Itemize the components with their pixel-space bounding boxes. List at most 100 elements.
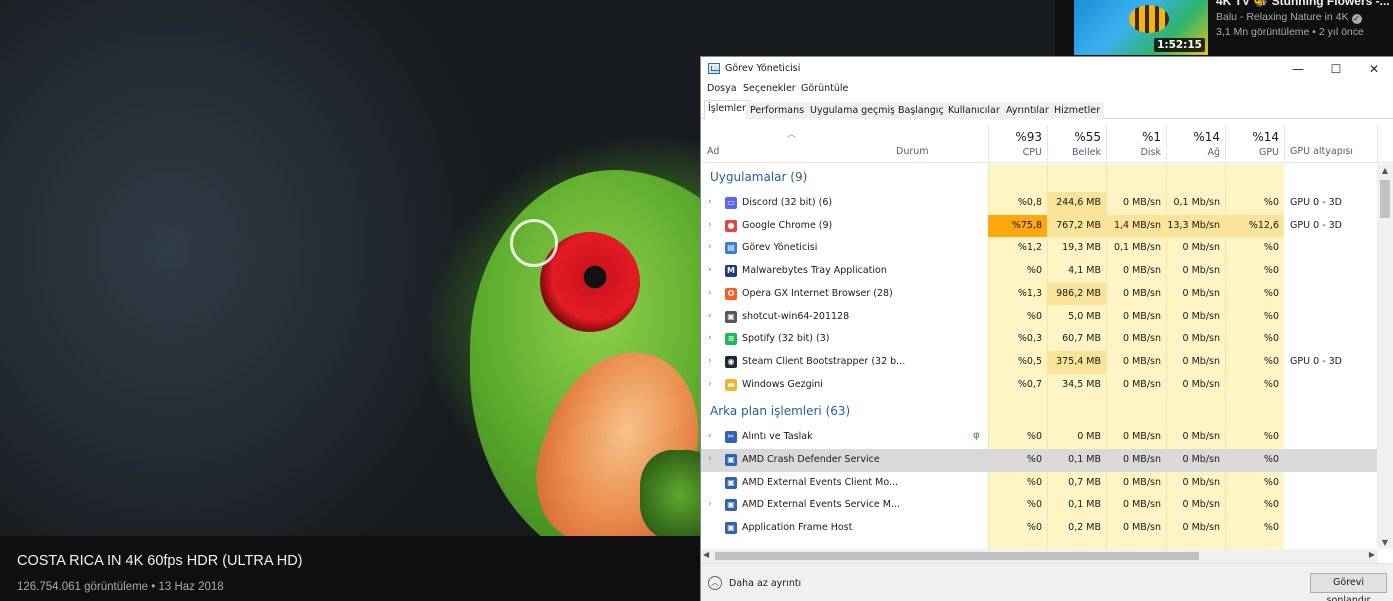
tab-details[interactable]: Ayrıntılar <box>1002 102 1053 119</box>
column-header-disk[interactable]: %1 Disk <box>1106 125 1166 163</box>
service-icon: ▣ <box>725 522 737 535</box>
cell-cpu: %1,2 <box>1017 242 1042 254</box>
tab-performance[interactable]: Performans <box>746 102 809 119</box>
column-header-gpu[interactable]: %14 GPU <box>1225 125 1284 163</box>
chevron-right-icon[interactable]: › <box>708 333 712 343</box>
cell-mem: 0,1 MB <box>1068 454 1101 465</box>
column-header-cpu[interactable]: %93 CPU <box>988 125 1047 163</box>
menu-file[interactable]: Dosya <box>707 83 737 94</box>
recommendation-channel[interactable]: Balu - Relaxing Nature in 4K ✓ <box>1216 11 1362 24</box>
chevron-right-icon[interactable]: › <box>708 220 712 230</box>
process-row[interactable]: › ▤ Görev Yöneticisi %1,2 19,3 MB 0,1 MB/sn 0 … <box>701 237 1378 260</box>
maximize-button[interactable]: ☐ <box>1317 57 1355 81</box>
cell-disk: 0 MB/sn <box>1123 287 1161 299</box>
cell-gpu: %0 <box>1263 522 1279 534</box>
process-row[interactable]: › ▣ AMD Crash Defender Service %0 0,1 MB 0 MB… <box>701 449 1378 472</box>
scroll-down-icon[interactable]: ▼ <box>1377 538 1393 547</box>
video-title: COSTA RICA IN 4K 60fps HDR (ULTRA HD) <box>17 553 303 569</box>
end-task-button[interactable]: Görevi sonlandır <box>1310 573 1387 601</box>
chevron-right-icon[interactable]: › <box>708 265 712 275</box>
chevron-right-icon[interactable]: › <box>708 499 712 509</box>
menu-options[interactable]: Seçenekler <box>743 83 796 94</box>
scroll-up-icon[interactable]: ▲ <box>1377 166 1393 175</box>
cell-cpu: %0 <box>1026 499 1042 511</box>
title-bar[interactable]: Görev Yöneticisi — ☐ ✕ <box>701 57 1393 81</box>
chevron-up-circle-icon[interactable]: ︿ <box>708 576 722 590</box>
cell-net: 0 Mb/sn <box>1182 242 1220 254</box>
process-row[interactable]: › ▣ shotcut-win64-201128 %0 5,0 MB 0 MB/sn 0 M… <box>701 306 1378 329</box>
recommendation-title[interactable]: 4K TV 🐝 Stunning Flowers -... <box>1216 0 1390 8</box>
network-total: %14 <box>1193 130 1220 144</box>
column-header-memory[interactable]: %55 Bellek <box>1047 125 1106 163</box>
gpu-label: GPU <box>1258 147 1279 158</box>
process-row[interactable]: ▣ AMD External Events Client Mo... %0 0,7 M… <box>701 472 1378 495</box>
cell-gpu: %0 <box>1263 265 1279 277</box>
process-row[interactable]: ▣ Application Frame Host %0 0,2 MB 0 MB/sn 0 … <box>701 517 1378 540</box>
tab-processes[interactable]: İşlemler <box>704 100 750 120</box>
process-row[interactable]: › ▬ Windows Gezgini %0,7 34,5 MB 0 MB/sn 0 Mb/… <box>701 374 1378 397</box>
cell-disk: 0 MB/sn <box>1123 431 1161 443</box>
malwarebytes-icon: M <box>725 265 737 278</box>
cell-cpu: %0,8 <box>1017 197 1042 208</box>
horizontal-scrollbar[interactable]: ◀ ▶ <box>701 549 1378 563</box>
recommendation-thumbnail[interactable]: 1:52:15 <box>1074 0 1208 55</box>
chevron-right-icon[interactable]: › <box>708 454 712 464</box>
cell-net: 0 Mb/sn <box>1182 265 1220 277</box>
process-row[interactable]: › O Opera GX Internet Browser (28) %1,3 986,… <box>701 282 1378 306</box>
cell-mem: 60,7 MB <box>1062 333 1101 345</box>
horizontal-scroll-thumb[interactable] <box>715 552 1199 560</box>
recommendation-channel-name[interactable]: Balu - Relaxing Nature in 4K <box>1216 11 1349 23</box>
vertical-scroll-thumb[interactable] <box>1380 180 1390 218</box>
process-row[interactable]: › ● Google Chrome (9) %75,8 767,2 MB 1,4 MB/s… <box>701 214 1378 238</box>
chevron-right-icon[interactable]: › <box>708 379 712 389</box>
menu-view[interactable]: Görüntüle <box>801 83 848 94</box>
group-title: Uygulamalar (9) <box>710 170 808 184</box>
vertical-scrollbar[interactable]: ▲ ▼ <box>1377 164 1393 549</box>
process-name: Discord (32 bit) (6) <box>742 197 833 208</box>
group-apps[interactable]: Uygulamalar (9) <box>701 166 1378 192</box>
process-row[interactable]: › ▣ AMD External Events Service M... %0 0,1 … <box>701 494 1378 517</box>
chevron-right-icon[interactable]: › <box>708 356 712 366</box>
tab-app-history[interactable]: Uygulama geçmişi <box>806 102 902 119</box>
cell-mem: 0,1 MB <box>1068 499 1101 511</box>
cell-net: 0,1 Mb/sn <box>1173 197 1220 208</box>
fewer-details-link[interactable]: Daha az ayrıntı <box>729 578 801 589</box>
process-name: Spotify (32 bit) (3) <box>742 333 830 345</box>
memory-label: Bellek <box>1072 147 1101 158</box>
process-row[interactable]: › ▭ Discord (32 bit) (6) %0,8 244,6 MB 0 MB/s… <box>701 192 1378 215</box>
process-name: Google Chrome (9) <box>742 219 833 231</box>
chevron-right-icon[interactable]: › <box>708 431 712 441</box>
cell-cpu: %1,3 <box>1017 287 1042 299</box>
process-row[interactable]: › ◉ Steam Client Bootstrapper (32 b... %0,5… <box>701 350 1378 374</box>
screen: COSTA RICA IN 4K 60fps HDR (ULTRA HD) 12… <box>0 0 1393 601</box>
scroll-left-icon[interactable]: ◀ <box>703 550 709 559</box>
cell-gpu: %0 <box>1263 287 1279 299</box>
column-header-status[interactable]: Durum <box>896 146 929 157</box>
process-name: Application Frame Host <box>742 522 853 534</box>
group-background[interactable]: Arka plan işlemleri (63) <box>701 400 1378 426</box>
scroll-right-icon[interactable]: ▶ <box>1369 550 1375 559</box>
column-header-network[interactable]: %14 Ağ <box>1166 125 1225 163</box>
chevron-right-icon[interactable]: › <box>708 288 712 298</box>
tab-services[interactable]: Hizmetler <box>1050 102 1104 119</box>
column-header-gpu-engine[interactable] <box>1284 125 1378 163</box>
cell-mem: 244,6 MB <box>1056 197 1101 208</box>
process-row[interactable]: › ≋ Spotify (32 bit) (3) %0,3 60,7 MB 0 MB/sn… <box>701 328 1378 351</box>
task-manager-window: Görev Yöneticisi — ☐ ✕ Dosya Seçenekler … <box>700 56 1393 601</box>
process-row[interactable]: › M Malwarebytes Tray Application %0 4,1 MB 0… <box>701 260 1378 283</box>
chevron-right-icon[interactable]: › <box>708 311 712 321</box>
chevron-right-icon[interactable]: › <box>708 242 712 252</box>
process-row[interactable]: › ✂ Alıntı ve Taslak φ %0 0 MB 0 MB/sn 0 Mb/sn%… <box>701 426 1378 449</box>
process-name: shotcut-win64-201128 <box>742 310 850 322</box>
tab-users[interactable]: Kullanıcılar <box>944 102 1004 119</box>
cell-mem: 34,5 MB <box>1062 378 1101 390</box>
minimize-button[interactable]: — <box>1279 57 1317 81</box>
cell-gpu-engine: GPU 0 - 3D <box>1290 197 1342 208</box>
tab-startup[interactable]: Başlangıç <box>894 102 948 119</box>
chevron-right-icon[interactable]: › <box>708 197 712 207</box>
close-button[interactable]: ✕ <box>1355 57 1393 81</box>
snip-sketch-icon: ✂ <box>725 431 737 444</box>
memory-total: %55 <box>1074 130 1101 144</box>
column-header-name[interactable]: Ad <box>707 146 719 157</box>
column-header-row: ︿ Ad Durum %93 CPU %55 Bellek %1 Disk %1… <box>701 125 1393 163</box>
